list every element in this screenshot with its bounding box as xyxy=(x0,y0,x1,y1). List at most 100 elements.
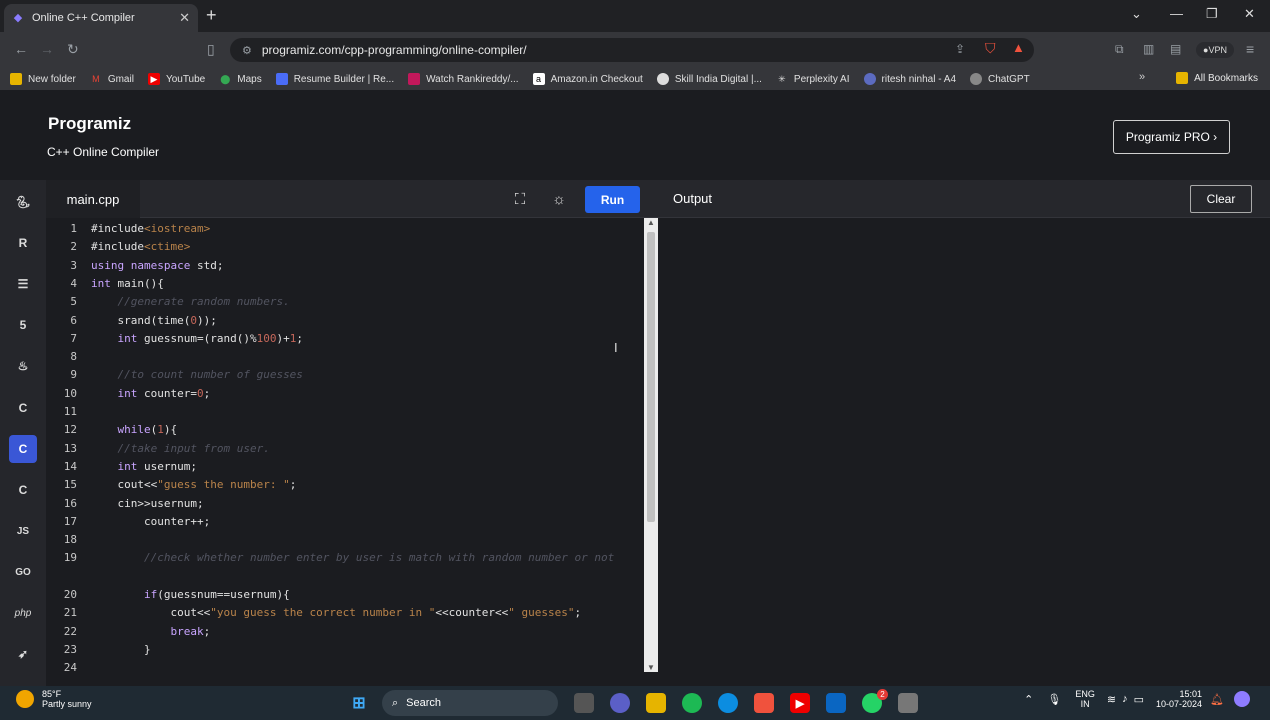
notification-bell-icon[interactable]: 🔔︎ xyxy=(1210,693,1224,706)
brave-rewards-icon[interactable]: ▲ xyxy=(1012,40,1025,55)
bookmark-resume-builder[interactable]: Resume Builder | Re... xyxy=(275,73,394,85)
bookmark-page-icon[interactable]: ▯ xyxy=(207,41,215,58)
code-line[interactable]: 14 int usernum; xyxy=(46,458,644,476)
more-bookmarks-icon[interactable]: » xyxy=(1139,71,1145,83)
code-line[interactable]: 19 //check whether number enter by user … xyxy=(46,549,644,567)
chat-icon[interactable] xyxy=(610,693,630,713)
all-bookmarks[interactable]: All Bookmarks xyxy=(1176,72,1258,84)
tab-search-chevron-icon[interactable]: ⌄ xyxy=(1131,6,1142,22)
minimize-button[interactable]: — xyxy=(1170,6,1183,21)
code-line[interactable]: 9 //to count number of guesses xyxy=(46,366,644,384)
bookmark-watch-rankireddy[interactable]: Watch Rankireddy/... xyxy=(408,73,519,85)
code-line[interactable]: 13 //take input from user. xyxy=(46,440,644,458)
maximize-button[interactable]: ❐ xyxy=(1206,6,1218,22)
microphone-icon[interactable]: 🎙︎ xyxy=(1047,693,1061,706)
code-line[interactable]: 17 counter++; xyxy=(46,513,644,531)
run-button[interactable]: Run xyxy=(585,186,640,213)
code-line[interactable]: 10 int counter=0; xyxy=(46,385,644,403)
brave-shield-icon[interactable]: ⛉ xyxy=(985,40,996,57)
menu-icon[interactable]: ≡ xyxy=(1246,41,1254,57)
programiz-logo[interactable]: Programiz xyxy=(48,114,131,134)
java-icon[interactable]: ♨ xyxy=(9,352,37,380)
youtube-app-icon[interactable]: ▶ xyxy=(790,693,810,713)
code-line[interactable]: 18 xyxy=(46,531,644,549)
theme-toggle-icon[interactable]: ☼ xyxy=(547,188,571,210)
sidebar-toggle-icon[interactable]: ▥ xyxy=(1143,42,1154,56)
spotify-icon[interactable] xyxy=(682,693,702,713)
back-icon[interactable]: ← xyxy=(14,41,28,57)
c-icon[interactable]: C xyxy=(9,394,37,422)
scroll-down-icon[interactable]: ▼ xyxy=(647,663,655,672)
clear-button[interactable]: Clear xyxy=(1190,185,1252,213)
code-line[interactable]: 3 using namespace std; xyxy=(46,257,644,275)
windows-start-icon[interactable]: ⊞ xyxy=(349,693,369,713)
close-tab-icon[interactable]: ✕ xyxy=(179,10,190,26)
bookmark-perplexity[interactable]: ✳ Perplexity AI xyxy=(776,73,849,85)
new-tab-button[interactable]: + xyxy=(206,5,217,26)
bookmark-gmail[interactable]: M Gmail xyxy=(90,73,134,85)
code-line[interactable]: 7 int guessnum=(rand()%100)+1; xyxy=(46,330,644,348)
taskbar-search[interactable]: ⌕ Search xyxy=(382,690,558,716)
code-line[interactable]: 24 xyxy=(46,659,644,672)
bookmark-youtube[interactable]: ▶ YouTube xyxy=(147,73,205,85)
fullscreen-icon[interactable]: ⛶ xyxy=(508,188,532,210)
vpn-button[interactable]: ● VPN xyxy=(1196,42,1234,58)
code-line[interactable]: 16 cin>>usernum; xyxy=(46,495,644,513)
js-icon[interactable]: JS xyxy=(9,517,37,545)
bookmark-skill-india[interactable]: Skill India Digital |... xyxy=(656,73,762,85)
wifi-icon[interactable]: ≋ xyxy=(1107,693,1116,706)
weather-widget[interactable]: 85°F Partly sunny xyxy=(16,689,92,709)
clock[interactable]: 15:01 10-07-2024 xyxy=(1156,689,1202,709)
battery-icon[interactable]: ▭ xyxy=(1134,693,1144,706)
cpp-icon[interactable]: C xyxy=(9,435,37,463)
go-icon[interactable]: GO xyxy=(9,558,37,586)
code-line[interactable]: 20 if(guessnum==usernum){ xyxy=(46,586,644,604)
site-info-icon[interactable]: ⚙ xyxy=(242,44,252,57)
scroll-up-icon[interactable]: ▲ xyxy=(647,218,655,227)
code-line[interactable]: 21 cout<<"you guess the correct number i… xyxy=(46,604,644,622)
volume-icon[interactable]: ♪ xyxy=(1122,693,1128,705)
code-editor[interactable]: 1 #include<iostream> 2 #include<ctime> 3 usin… xyxy=(46,218,644,672)
snipping-tool-icon[interactable] xyxy=(898,693,918,713)
close-window-button[interactable]: ✕ xyxy=(1244,6,1255,22)
bookmark-maps[interactable]: ⬤ Maps xyxy=(219,73,262,85)
code-line[interactable]: 6 srand(time(0)); xyxy=(46,312,644,330)
task-view-icon[interactable] xyxy=(574,693,594,713)
bookmark-new-folder[interactable]: New folder xyxy=(10,73,76,85)
editor-scrollbar[interactable]: ▲ ▼ xyxy=(644,218,658,672)
copilot-icon[interactable] xyxy=(1234,691,1250,707)
vscode-icon[interactable] xyxy=(826,693,846,713)
extensions-icon[interactable]: ⧉ xyxy=(1115,42,1124,57)
file-explorer-icon[interactable] xyxy=(646,693,666,713)
reload-icon[interactable]: ↻ xyxy=(67,41,79,58)
html-icon[interactable]: 5 xyxy=(9,311,37,339)
browser-tab[interactable]: ◆ Online C++ Compiler ✕ xyxy=(4,4,198,32)
csharp-icon[interactable]: C xyxy=(9,476,37,504)
python-icon[interactable]: 🐍︎ xyxy=(9,188,37,216)
edge-icon[interactable] xyxy=(718,693,738,713)
code-line[interactable]: 4 int main(){ xyxy=(46,275,644,293)
sql-icon[interactable]: ☰ xyxy=(9,270,37,298)
wallet-icon[interactable]: ▤ xyxy=(1170,42,1181,56)
share-icon[interactable]: ⇪ xyxy=(955,42,965,56)
language-indicator[interactable]: ENG IN xyxy=(1075,689,1095,709)
code-line[interactable]: 22 break; xyxy=(46,623,644,641)
code-line[interactable]: 15 cout<<"guess the number: "; xyxy=(46,476,644,494)
tray-overflow-icon[interactable]: ⌃ xyxy=(1024,693,1033,706)
code-line[interactable]: 5 //generate random numbers. xyxy=(46,293,644,311)
swift-icon[interactable]: ➶ xyxy=(9,640,37,668)
code-line[interactable]: 12 while(1){ xyxy=(46,421,644,439)
brave-icon[interactable] xyxy=(754,693,774,713)
code-line[interactable]: 2 #include<ctime> xyxy=(46,238,644,256)
php-icon[interactable]: php xyxy=(9,599,37,627)
bookmark-chatgpt[interactable]: ChatGPT xyxy=(970,73,1030,85)
code-line[interactable]: 23 } xyxy=(46,641,644,659)
bookmark-ritesh[interactable]: ritesh ninhal - A4 xyxy=(863,73,956,85)
url-bar[interactable]: ⚙ programiz.com/cpp-programming/online-c… xyxy=(230,38,1034,62)
scroll-thumb[interactable] xyxy=(647,232,655,522)
programiz-pro-button[interactable]: Programiz PRO › xyxy=(1113,120,1230,154)
code-line[interactable]: 1 #include<iostream> xyxy=(46,220,644,238)
bookmark-amazon[interactable]: a Amazon.in Checkout xyxy=(532,73,643,85)
r-icon[interactable]: R xyxy=(9,229,37,257)
code-line[interactable]: 8 xyxy=(46,348,644,366)
